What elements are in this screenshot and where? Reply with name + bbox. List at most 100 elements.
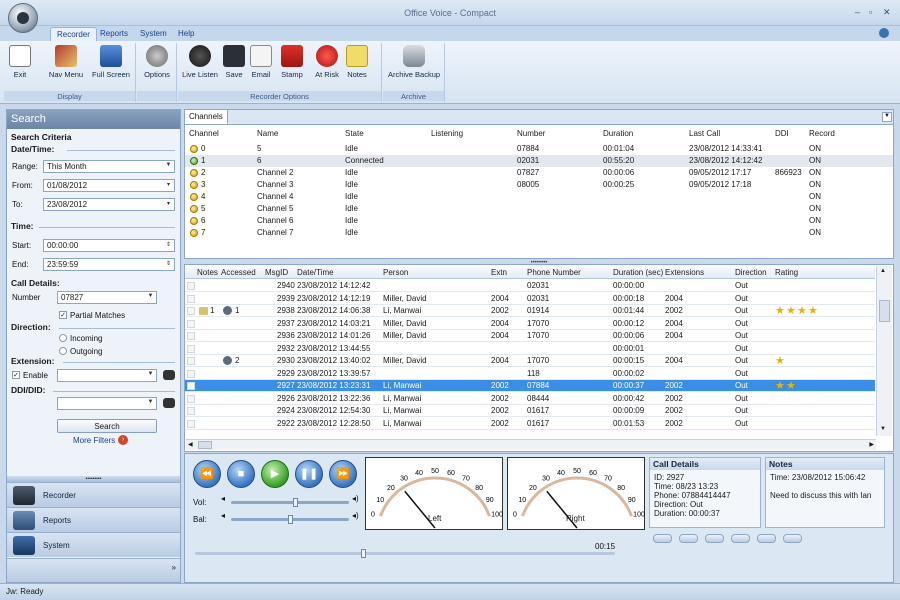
binoculars-icon[interactable] xyxy=(163,370,175,380)
row-selector[interactable] xyxy=(187,369,195,378)
table-row[interactable]: 2922 23/08/2012 12:28:50 Li, Manwai 2002 016… xyxy=(185,418,875,430)
play-button[interactable]: ▶ xyxy=(261,460,289,488)
channels-column-header[interactable]: Number xyxy=(517,129,545,138)
table-row[interactable]: 1 1 2938 23/08/2012 14:06:38 Li, Manwai 2002 0… xyxy=(185,305,875,317)
rating-star-icon[interactable]: ★ xyxy=(775,379,785,392)
calls-column-header[interactable]: Extensions xyxy=(665,268,704,277)
scroll-left-icon[interactable]: ◀ xyxy=(188,441,193,448)
calls-column-header[interactable]: Date/Time xyxy=(297,268,334,277)
help-icon[interactable] xyxy=(879,28,889,38)
channel-row[interactable]: 5 Channel 5 Idle ON xyxy=(185,203,893,215)
calls-column-header[interactable]: Extn xyxy=(491,268,507,277)
table-row[interactable]: 2926 23/08/2012 13:22:36 Li, Manwai 2002 084… xyxy=(185,393,875,405)
volume-thumb[interactable] xyxy=(293,498,299,507)
tab-recorder[interactable]: Recorder xyxy=(50,27,97,41)
binoculars-icon[interactable] xyxy=(163,398,175,408)
star-rating-button[interactable] xyxy=(757,534,776,543)
row-selector[interactable] xyxy=(187,407,195,415)
scroll-up-icon[interactable]: ▲ xyxy=(880,268,886,274)
close-button[interactable]: ✕ xyxy=(883,7,891,18)
fast-forward-button[interactable]: ⏩ xyxy=(329,460,357,488)
nav-reports[interactable]: Reports xyxy=(7,507,180,532)
partial-matches-checkbox[interactable]: ✓ xyxy=(59,311,67,319)
exit-button[interactable]: Exit xyxy=(8,45,32,79)
vertical-scrollbar[interactable]: ▲ ▼ xyxy=(876,266,892,436)
to-date-field[interactable]: 23/08/2012 ▾ xyxy=(43,198,175,211)
calls-column-header[interactable]: Duration (sec) xyxy=(613,268,663,277)
channel-row[interactable]: 3 Channel 3 Idle 08005 00:00:25 09/05/2012 17… xyxy=(185,179,893,191)
tab-reports[interactable]: Reports xyxy=(94,27,134,41)
note-button[interactable] xyxy=(783,534,802,543)
search-button[interactable]: Search xyxy=(57,419,157,433)
calls-column-header[interactable]: MsgID xyxy=(265,268,288,277)
outgoing-checkbox[interactable] xyxy=(59,347,67,355)
table-row[interactable]: 2937 23/08/2012 14:03:21 Miller, David 2004… xyxy=(185,318,875,330)
channels-column-header[interactable]: Listening xyxy=(431,129,463,138)
incoming-checkbox[interactable] xyxy=(59,334,67,342)
table-row[interactable]: 2 2930 23/08/2012 13:40:02 Miller, David 200… xyxy=(185,355,875,367)
channel-row[interactable]: 6 Channel 6 Idle ON xyxy=(185,215,893,227)
number-field[interactable]: 07827 ▼ xyxy=(57,291,157,304)
stop-button[interactable]: ■ xyxy=(227,460,255,488)
calls-column-header[interactable]: Accessed xyxy=(221,268,256,277)
rating-star-icon[interactable]: ★ xyxy=(808,304,818,317)
scroll-down-icon[interactable]: ▼ xyxy=(880,426,886,432)
rating-star-icon[interactable]: ★ xyxy=(786,304,796,317)
table-row[interactable]: 2939 23/08/2012 14:12:19 Miller, David 2004… xyxy=(185,293,875,305)
extension-dropdown[interactable]: ▼ xyxy=(57,369,157,382)
channels-column-header[interactable]: Duration xyxy=(603,129,633,138)
calendar-icon[interactable]: ▾ xyxy=(164,181,173,190)
row-selector[interactable] xyxy=(187,419,195,428)
channel-row[interactable]: 0 5 Idle 07884 00:01:04 23/08/2012 14:33:41 ON xyxy=(185,143,893,155)
tab-help[interactable]: Help xyxy=(172,27,200,41)
tab-channels[interactable]: Channels xyxy=(185,110,228,124)
channels-column-header[interactable]: Record xyxy=(809,129,835,138)
more-filters-link[interactable]: More Filters xyxy=(73,436,115,445)
row-selector[interactable] xyxy=(187,394,195,403)
tab-system[interactable]: System xyxy=(134,27,173,41)
row-selector[interactable] xyxy=(187,282,195,290)
calls-column-header[interactable]: Direction xyxy=(735,268,767,277)
end-time-field[interactable]: 23:59:59 ⇕ xyxy=(43,258,175,271)
channel-row[interactable]: 1 6 Connected 02031 00:55:20 23/08/2012 14:12… xyxy=(185,155,893,167)
table-row[interactable]: 2927 23/08/2012 13:23:31 Li, Manwai 2002 078… xyxy=(185,380,875,392)
at-risk-button[interactable]: At Risk xyxy=(313,45,341,79)
prev-record-button[interactable] xyxy=(653,534,672,543)
ddi-dropdown[interactable]: ▼ xyxy=(57,397,157,410)
calls-column-header[interactable]: Rating xyxy=(775,268,798,277)
minimize-button[interactable]: – xyxy=(855,7,860,17)
from-date-field[interactable]: 01/08/2012 ▾ xyxy=(43,179,175,192)
rating-star-icon[interactable]: ★ xyxy=(775,354,785,367)
app-orb-button[interactable] xyxy=(8,3,38,33)
maximize-button[interactable]: ▫ xyxy=(869,7,872,17)
row-selector[interactable] xyxy=(187,332,195,340)
note-icon[interactable] xyxy=(199,307,208,315)
rating-star-icon[interactable]: ★ xyxy=(786,379,796,392)
calls-column-header[interactable]: Person xyxy=(383,268,408,277)
calls-column-header[interactable]: Notes xyxy=(197,268,218,277)
spinner-icon[interactable]: ⇕ xyxy=(164,260,173,269)
playback-position-thumb[interactable] xyxy=(361,549,366,558)
calendar-icon[interactable]: ▾ xyxy=(164,200,173,209)
full-screen-button[interactable]: Full Screen xyxy=(90,45,132,79)
row-selector[interactable] xyxy=(187,357,195,365)
start-time-field[interactable]: 00:00:00 ⇕ xyxy=(43,239,175,252)
save-button[interactable]: Save xyxy=(223,45,245,79)
channels-column-header[interactable]: Last Call xyxy=(689,129,720,138)
balance-thumb[interactable] xyxy=(287,515,293,524)
channels-column-header[interactable]: DDI xyxy=(775,129,789,138)
horizontal-scrollbar[interactable]: ◀ ▶ xyxy=(186,439,876,450)
channel-row[interactable]: 2 Channel 2 Idle 07827 00:00:06 09/05/2012 17… xyxy=(185,167,893,179)
options-button[interactable]: Options xyxy=(140,45,174,79)
row-selector[interactable] xyxy=(187,307,195,315)
channel-row[interactable]: 7 Channel 7 Idle ON xyxy=(185,227,893,239)
channels-column-header[interactable]: Name xyxy=(257,129,278,138)
spinner-icon[interactable]: ⇕ xyxy=(164,241,173,250)
table-row[interactable]: 2940 23/08/2012 14:12:42 02031 00:00:00 Out xyxy=(185,280,875,292)
scroll-right-icon[interactable]: ▶ xyxy=(869,441,874,448)
next-record-button[interactable] xyxy=(679,534,698,543)
volume-slider[interactable] xyxy=(231,498,349,507)
playback-position-slider[interactable] xyxy=(195,549,615,558)
channel-row[interactable]: 4 Channel 4 Idle ON xyxy=(185,191,893,203)
notes-button[interactable]: Notes xyxy=(344,45,370,79)
